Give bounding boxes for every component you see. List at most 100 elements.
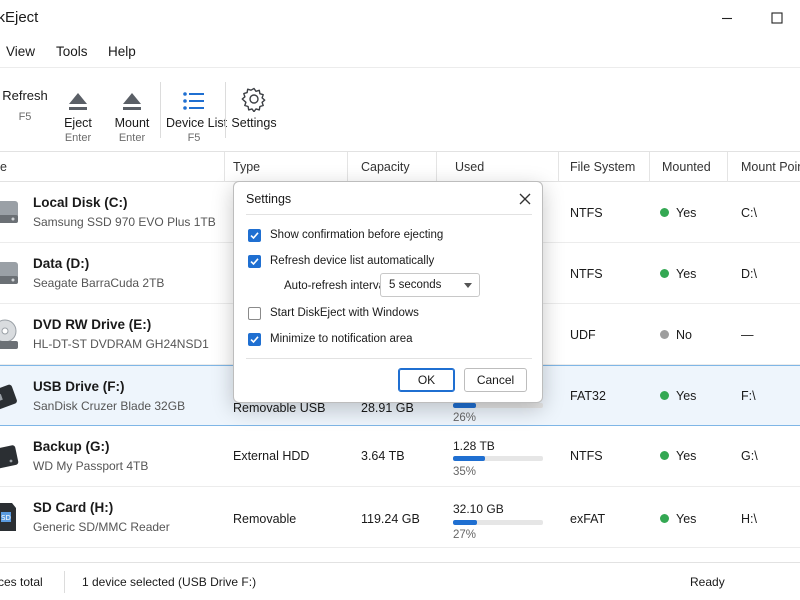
hard-drive-icon [0,262,18,284]
drive-name: USB Drive (F:) [33,379,125,394]
device-list-shortcut: F5 [187,132,201,144]
gear-icon [241,87,266,112]
maximize-icon [771,12,783,24]
filesystem-cell: NTFS [570,267,603,281]
drive-name: SD Card (H:) [33,500,114,515]
mountpoint-cell: D:\ [741,267,757,281]
col-header-mounted[interactable]: Mounted [654,152,728,182]
table-row[interactable]: SD SD Card (H:) Generic SD/MMC Reader Re… [0,487,800,548]
mountpoint-cell: F:\ [741,389,756,403]
capacity-cell: 28.91 GB [361,401,414,415]
table-row[interactable]: Backup (G:) WD My Passport 4TB External … [0,426,800,487]
option-start-with-windows[interactable]: Start DiskEject with Windows [248,305,419,321]
filesystem-cell: FAT32 [570,389,606,403]
checkbox-show-confirmation[interactable] [248,228,261,242]
filesystem-cell: UDF [570,328,596,342]
checkbox-auto-refresh[interactable] [248,254,261,268]
interval-label: Auto-refresh interval: [284,280,391,292]
checkbox-minimize-to-tray[interactable] [248,332,261,346]
checkmark-icon [250,257,259,265]
mounted-cell: Yes [676,389,697,403]
drive-name: DVD RW Drive (E:) [33,317,152,332]
option-auto-refresh[interactable]: Refresh device list automatically [248,253,434,269]
chevron-down-icon [464,283,472,288]
drive-model: HL-DT-ST DVDRAM GH24NSD1 [33,337,209,351]
table-header: e Type Capacity Used File System Mounted… [0,152,800,182]
eject-button[interactable]: Eject Enter [56,68,100,152]
col-header-capacity[interactable]: Capacity [353,152,437,182]
col-header-filesystem[interactable]: File System [562,152,650,182]
status-bar: ces total 1 device selected (USB Drive F… [0,562,800,600]
checkbox-start-with-windows[interactable] [248,306,261,320]
option-label: Start DiskEject with Windows [270,307,419,319]
mountpoint-cell: H:\ [741,512,757,526]
device-count: ces total [0,575,43,589]
device-list-label: Device List [166,116,228,130]
mounted-status-dot [660,208,669,217]
status-separator [64,571,65,593]
dialog-divider [246,214,532,215]
title-bar: skEject [0,0,800,36]
hard-drive-icon [0,201,18,223]
mounted-cell: Yes [676,267,697,281]
checkmark-icon [250,335,259,343]
menu-view[interactable]: View [6,44,35,59]
mounted-status-dot [660,269,669,278]
mounted-status-dot [660,514,669,523]
mounted-cell: Yes [676,512,697,526]
sd-card-icon: SD [0,503,16,531]
col-header-type[interactable]: Type [225,152,348,182]
filesystem-cell: NTFS [570,449,603,463]
menu-bar: View Tools Help [0,36,800,68]
svg-text:SD: SD [1,514,11,522]
option-show-confirmation[interactable]: Show confirmation before ejecting [248,227,443,243]
eject-label: Eject [64,116,92,130]
col-header-mountpoint[interactable]: Mount Point [733,152,800,182]
interval-select[interactable]: 5 seconds [380,273,480,297]
toolbar: Refresh F5 Eject Enter Mount Enter Devic… [0,68,800,152]
mounted-status-dot [660,451,669,460]
filesystem-cell: NTFS [570,206,603,220]
toolbar-separator [160,82,161,138]
col-header-used[interactable]: Used [447,152,559,182]
dialog-title: Settings [246,192,292,206]
cancel-button[interactable]: Cancel [464,368,527,392]
settings-label: Settings [231,116,277,130]
close-icon[interactable] [516,190,534,208]
used-value: 1.28 TB [453,439,495,453]
ok-button[interactable]: OK [398,368,455,392]
refresh-button[interactable]: Refresh F5 [0,68,50,152]
drive-name: Local Disk (C:) [33,195,128,210]
mount-label: Mount [114,116,150,130]
device-list-button[interactable]: Device List F5 [166,68,228,152]
minimize-icon [722,17,732,20]
menu-tools[interactable]: Tools [56,44,88,59]
drive-model: Generic SD/MMC Reader [33,520,170,534]
usage-percent: 26% [453,412,477,424]
type-cell: Removable USB [233,401,326,415]
type-cell: Removable [233,512,297,526]
mount-shortcut: Enter [118,132,146,144]
usage-bar-fill [453,520,478,525]
optical-drive-icon [0,319,18,349]
window-title: skEject [0,9,39,26]
toolbar-separator [225,82,226,138]
drive-model: SanDisk Cruzer Blade 32GB [33,399,186,413]
settings-button[interactable]: Settings [230,68,278,152]
usage-bar [453,403,543,408]
drive-name: Data (D:) [33,256,90,271]
refresh-label: Refresh [2,88,48,103]
minimize-button[interactable] [704,4,750,32]
interval-value: 5 seconds [389,279,442,291]
eject-shortcut: Enter [64,132,92,144]
drive-name: Backup (G:) [33,439,110,454]
usage-bar-fill [453,403,477,408]
mount-button[interactable]: Mount Enter [110,68,154,152]
capacity-cell: 3.64 TB [361,449,405,463]
option-minimize-to-tray[interactable]: Minimize to notification area [248,331,413,347]
col-header-name[interactable]: e [0,152,225,182]
dialog-divider [246,358,532,359]
maximize-button[interactable] [754,4,800,32]
drive-model: WD My Passport 4TB [33,459,149,473]
menu-help[interactable]: Help [108,44,136,59]
